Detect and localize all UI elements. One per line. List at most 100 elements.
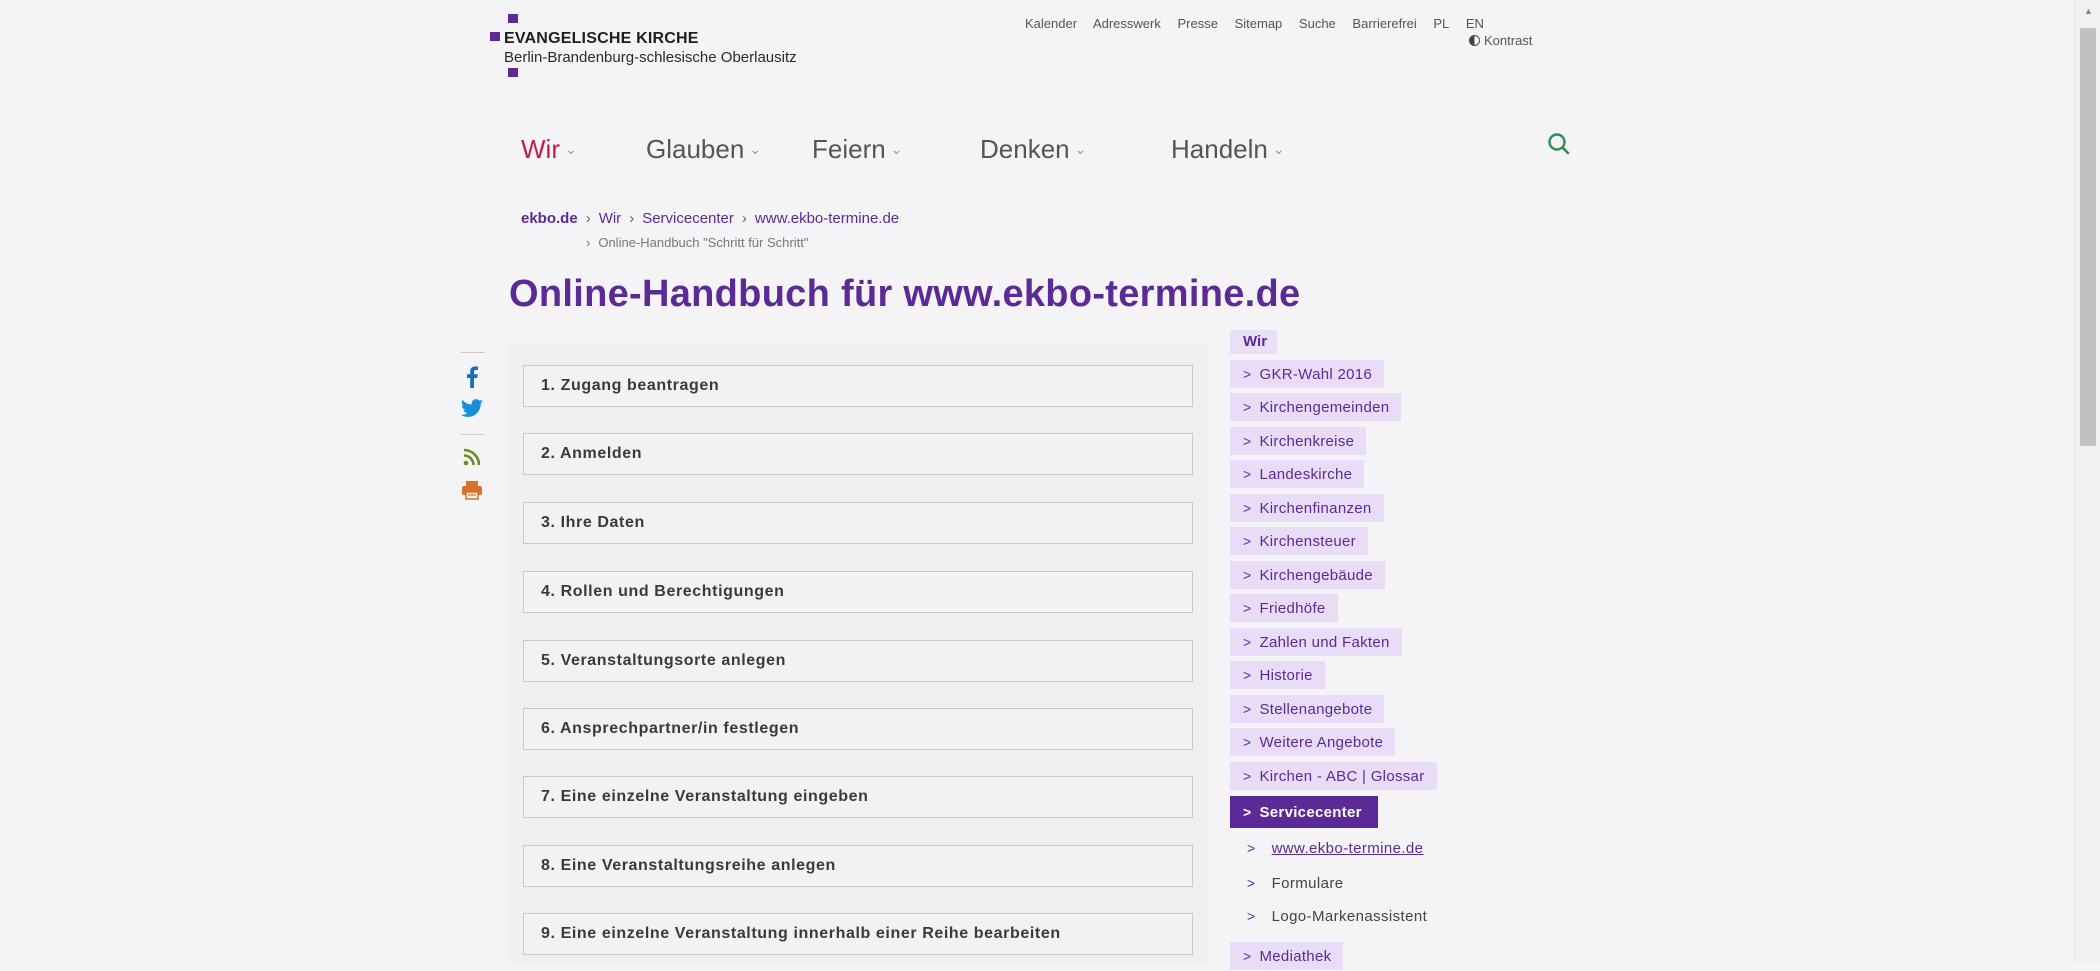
scroll-up-arrow-icon[interactable]: ▲ [2084,6,2093,16]
sidebar-subitem-logo-markenassistent[interactable]: > Logo-Markenassistent [1247,908,1427,925]
accordion-item[interactable]: 8. Eine Veranstaltungsreihe anlegen [523,845,1193,887]
toplink-sitemap[interactable]: Sitemap [1235,16,1283,31]
chevron-right-icon: > [1243,466,1252,482]
accordion-item[interactable]: 5. Veranstaltungsorte anlegen [523,640,1193,682]
chevron-right-icon: > [1243,804,1252,820]
chevron-right-icon: > [1243,701,1252,717]
scrollbar-thumb[interactable] [2080,28,2096,446]
sidebar-item-historie[interactable]: > Historie [1230,661,1325,689]
accordion-item[interactable]: 7. Eine einzelne Veranstaltung eingeben [523,776,1193,818]
breadcrumb-item-servicecenter[interactable]: Servicecenter [642,210,734,227]
accordion-item[interactable]: 6. Ansprechpartner/in festlegen [523,708,1193,750]
breadcrumb-separator: › [741,210,747,227]
facebook-icon[interactable] [457,362,487,392]
nav-label: Wir [521,134,560,164]
sidebar-item-zahlen-und-fakten[interactable]: > Zahlen und Fakten [1230,628,1402,656]
sidebar-subitem-label: Formulare [1271,875,1344,892]
sidebar-subitem-label: Logo-Markenassistent [1271,908,1428,925]
toplink-adresswerk[interactable]: Adresswerk [1093,16,1161,31]
chevron-right-icon: > [1243,948,1252,964]
sidebar-item-label: Friedhöfe [1259,600,1326,617]
accordion-item[interactable]: 1. Zugang beantragen [523,365,1193,407]
sidebar-item-label: Kirchen - ABC | Glossar [1259,768,1425,785]
toplink-suche[interactable]: Suche [1299,16,1336,31]
sidebar-item-kirchengemeinden[interactable]: > Kirchengemeinden [1230,393,1402,421]
breadcrumb-separator: › [585,210,591,227]
sidebar-item-kirchengebaeude[interactable]: > Kirchengebäude [1230,561,1385,589]
chevron-down-icon: ⌄ [1272,141,1285,157]
sidebar-item-mediathek[interactable]: > Mediathek [1230,942,1344,970]
nav-wir[interactable]: Wir ⌄ [521,134,577,165]
chevron-right-icon: > [1243,734,1252,750]
search-icon[interactable] [1545,131,1573,159]
sidebar-item-kirchenfinanzen[interactable]: > Kirchenfinanzen [1230,494,1384,522]
page: EVANGELISCHE KIRCHE Berlin-Brandenburg-s… [0,0,2080,970]
vertical-scrollbar[interactable]: ▲ [2074,0,2100,963]
sidebar-item-label: Landeskirche [1259,466,1353,483]
rss-icon[interactable] [457,442,487,472]
divider [461,434,485,435]
sidebar-item-servicecenter[interactable]: > Servicecenter [1230,796,1378,828]
nav-label: Glauben [646,134,745,164]
sidebar-item-label: Weitere Angebote [1259,734,1384,751]
chevron-right-icon: > [1243,634,1252,650]
sidebar-subitem-ekbo-termine[interactable]: > www.ekbo-termine.de [1247,840,1423,857]
nav-label: Denken [980,134,1070,164]
print-icon[interactable] [457,475,487,505]
chevron-down-icon: ⌄ [1074,141,1087,157]
breadcrumb-separator: › [586,235,591,250]
sidebar-item-label: Zahlen und Fakten [1259,634,1390,651]
accordion-item[interactable]: 2. Anmelden [523,433,1193,475]
chevron-right-icon: > [1243,600,1252,616]
nav-glauben[interactable]: Glauben ⌄ [646,134,761,165]
breadcrumb-separator: › [629,210,635,227]
chevron-right-icon: > [1243,533,1252,549]
sidebar-item-gkr-wahl[interactable]: > GKR-Wahl 2016 [1230,360,1385,388]
logo-name: EVANGELISCHE KIRCHE [504,30,699,47]
sidebar-subitem-formulare[interactable]: > Formulare [1247,875,1344,892]
accordion-item[interactable]: 9. Eine einzelne Veranstaltung innerhalb… [523,913,1193,955]
sidebar-item-kirchensteuer[interactable]: > Kirchensteuer [1230,527,1368,555]
contrast-icon [1469,35,1480,46]
toplink-barrierefrei[interactable]: Barrierefrei [1352,16,1416,31]
twitter-icon[interactable] [457,394,487,424]
sidebar-item-stellenangebote[interactable]: > Stellenangebote [1230,695,1385,723]
accordion-item[interactable]: 3. Ihre Daten [523,502,1193,544]
nav-handeln[interactable]: Handeln ⌄ [1171,134,1285,165]
chevron-right-icon: > [1247,908,1256,924]
sidebar-item-label: Kirchenkreise [1259,433,1355,450]
sidebar-item-label: Servicecenter [1259,804,1362,821]
sidebar-item-label: Kirchenfinanzen [1259,500,1372,517]
breadcrumb-current-label: Online-Handbuch "Schritt für Schritt" [598,235,809,250]
sidebar-item-kirchenkreise[interactable]: > Kirchenkreise [1230,427,1367,455]
toplink-en[interactable]: EN [1466,16,1484,31]
breadcrumb-item-wir[interactable]: Wir [599,210,622,227]
accordion-item[interactable]: 4. Rollen und Berechtigungen [523,571,1193,613]
chevron-right-icon: > [1243,366,1252,382]
breadcrumb: ekbo.de › Wir › Servicecenter › www.ekbo-termi… [521,210,899,227]
logo-square [508,68,518,77]
sidebar-item-kirchen-abc[interactable]: > Kirchen - ABC | Glossar [1230,762,1437,790]
toplink-pl[interactable]: PL [1433,16,1449,31]
toplink-kalender[interactable]: Kalender [1025,16,1077,31]
breadcrumb-current: › Online-Handbuch "Schritt für Schritt" [586,235,808,250]
sidebar-item-weitere-angebote[interactable]: > Weitere Angebote [1230,728,1396,756]
sidebar-title[interactable]: Wir [1230,330,1278,354]
nav-feiern[interactable]: Feiern ⌄ [812,134,902,165]
chevron-right-icon: > [1243,399,1252,415]
chevron-right-icon: > [1247,875,1256,891]
kontrast-toggle[interactable]: Kontrast [1469,33,1532,48]
chevron-down-icon: ⌄ [749,141,762,157]
nav-label: Feiern [812,134,886,164]
nav-denken[interactable]: Denken ⌄ [980,134,1086,165]
breadcrumb-item-ekbo-termine[interactable]: www.ekbo-termine.de [755,210,899,227]
toplink-presse[interactable]: Presse [1178,16,1218,31]
breadcrumb-item-ekbo[interactable]: ekbo.de [521,210,578,227]
sidebar-item-friedhoefe[interactable]: > Friedhöfe [1230,594,1338,622]
sidebar-item-landeskirche[interactable]: > Landeskirche [1230,460,1365,488]
sidebar-subitem-label: www.ekbo-termine.de [1271,840,1424,857]
sidebar-item-label: Kirchengebäude [1259,567,1373,584]
nav-label: Handeln [1171,134,1268,164]
logo-subtitle: Berlin-Brandenburg-schlesische Oberlausi… [504,49,797,66]
chevron-right-icon: > [1243,567,1252,583]
